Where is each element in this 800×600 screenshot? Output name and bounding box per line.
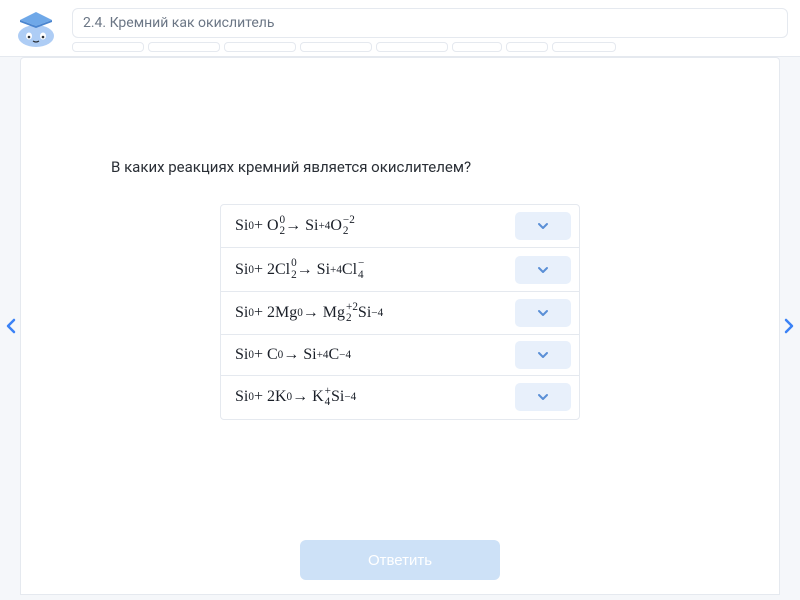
reaction-row: Si0 + 2K0 → K+4Si−4 xyxy=(221,376,579,418)
progress-segment[interactable] xyxy=(376,42,448,52)
reaction-equation: Si0 + 2K0 → K+4Si−4 xyxy=(221,376,507,418)
chevron-down-icon xyxy=(537,222,549,230)
answer-dropdown[interactable] xyxy=(515,383,571,411)
reactions-table: Si0 + O02 → Si+4O−22Si0 + 2Cl02 → Si+4Cl… xyxy=(220,204,580,420)
progress-segment[interactable] xyxy=(452,42,502,52)
reaction-row: Si0 + C0 → Si+4C−4 xyxy=(221,335,579,376)
question-card: В каких реакциях кремний является окисли… xyxy=(20,57,780,595)
content: В каких реакциях кремний является окисли… xyxy=(0,57,800,595)
answer-cell xyxy=(507,205,579,247)
answer-dropdown[interactable] xyxy=(515,299,571,327)
next-button[interactable] xyxy=(780,312,798,340)
reaction-row: Si0 + 2Cl02 → Si+4Cl−4 xyxy=(221,248,579,291)
answer-dropdown[interactable] xyxy=(515,256,571,284)
chevron-down-icon xyxy=(537,266,549,274)
progress-segment[interactable] xyxy=(552,42,616,52)
header: 2.4. Кремний как окислитель xyxy=(0,0,800,57)
progress-segment[interactable] xyxy=(224,42,296,52)
prev-button[interactable] xyxy=(2,312,20,340)
answer-cell xyxy=(507,292,579,334)
progress-segment[interactable] xyxy=(148,42,220,52)
reaction-equation: Si0 + O02 → Si+4O−22 xyxy=(221,205,507,247)
lesson-title[interactable]: 2.4. Кремний как окислитель xyxy=(72,8,788,38)
submit-button[interactable]: Ответить xyxy=(300,540,500,580)
chevron-down-icon xyxy=(537,351,549,359)
progress-bar xyxy=(72,42,788,52)
chevron-down-icon xyxy=(537,393,549,401)
app-logo[interactable] xyxy=(12,8,60,48)
progress-segment[interactable] xyxy=(72,42,144,52)
answer-cell xyxy=(507,376,579,418)
reaction-equation: Si0 + 2Cl02 → Si+4Cl−4 xyxy=(221,248,507,290)
progress-segment[interactable] xyxy=(506,42,548,52)
progress-segment[interactable] xyxy=(300,42,372,52)
answer-dropdown[interactable] xyxy=(515,341,571,369)
reaction-equation: Si0 + C0 → Si+4C−4 xyxy=(221,335,507,375)
answer-dropdown[interactable] xyxy=(515,212,571,240)
breadcrumb-area: 2.4. Кремний как окислитель xyxy=(72,8,788,52)
reaction-row: Si0 + 2Mg0 → Mg+22Si−4 xyxy=(221,292,579,335)
reaction-equation: Si0 + 2Mg0 → Mg+22Si−4 xyxy=(221,292,507,334)
reaction-row: Si0 + O02 → Si+4O−22 xyxy=(221,205,579,248)
answer-cell xyxy=(507,335,579,375)
question-text: В каких реакциях кремний является окисли… xyxy=(111,158,471,176)
answer-cell xyxy=(507,248,579,290)
chevron-down-icon xyxy=(537,309,549,317)
